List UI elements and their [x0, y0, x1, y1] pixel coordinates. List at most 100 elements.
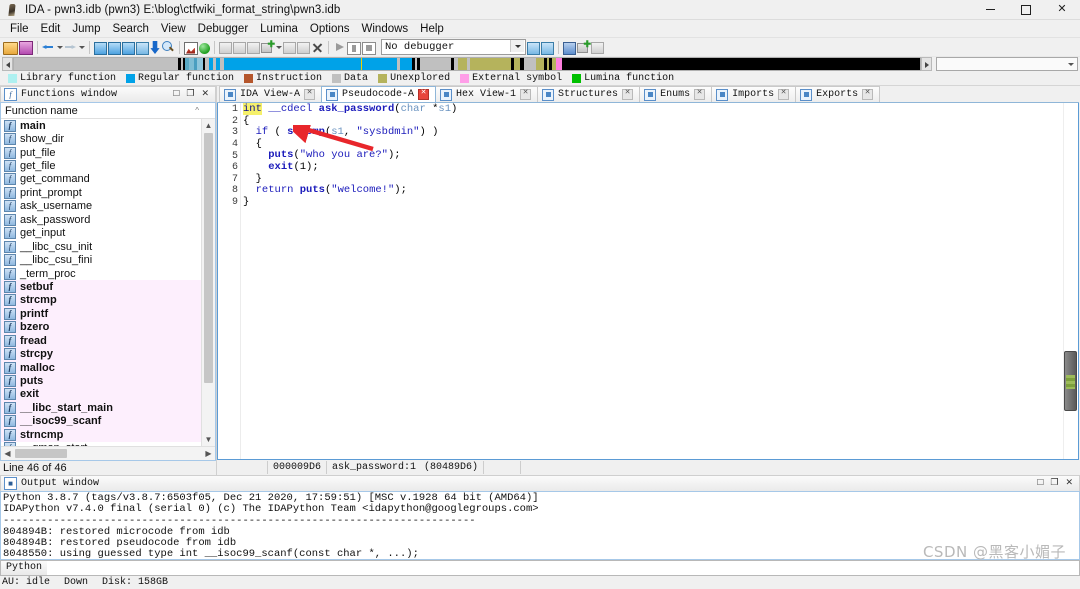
output-window-close-icon[interactable]	[1065, 478, 1073, 489]
function-list-item[interactable]: f put_file	[1, 146, 201, 159]
function-list-item[interactable]: f __libc_start_main	[1, 401, 201, 415]
function-list-item[interactable]: f ask_password	[1, 213, 201, 226]
rename2-icon[interactable]	[108, 41, 121, 55]
function-list-item[interactable]: f setbuf	[1, 280, 201, 294]
back-arrow-icon[interactable]	[42, 41, 55, 54]
options-icon[interactable]	[563, 41, 576, 55]
function-list-item[interactable]: f get_input	[1, 227, 201, 240]
functions-window-close-icon[interactable]	[201, 89, 209, 100]
output-log[interactable]: Python 3.8.7 (tags/v3.8.7:6503f05, Dec 2…	[0, 491, 1080, 560]
breakpoint-dropdown-icon[interactable]	[275, 40, 282, 55]
functions-hscroll-thumb[interactable]	[15, 449, 67, 458]
function-list-item[interactable]: f get_file	[1, 159, 201, 173]
back-dropdown-icon[interactable]	[56, 40, 63, 55]
forward-arrow-icon[interactable]	[64, 41, 77, 54]
function-list-item[interactable]: f __libc_csu_init	[1, 240, 201, 253]
functions-horizontal-scrollbar[interactable]: ◀ ▶	[1, 446, 215, 460]
code-scroll-thumb[interactable]	[1064, 351, 1077, 411]
pause-icon[interactable]	[347, 41, 361, 55]
run-icon[interactable]	[333, 41, 346, 54]
navigation-band[interactable]	[13, 57, 921, 71]
code-vertical-scrollbar[interactable]	[1063, 103, 1078, 459]
tab-structures[interactable]: Structures ✕	[537, 86, 641, 102]
function-list-item[interactable]: f bzero	[1, 320, 201, 334]
function-list-item[interactable]: f show_dir	[1, 132, 201, 146]
tab-close-icon[interactable]: ✕	[862, 89, 874, 100]
function-list-item[interactable]: f strncmp	[1, 428, 201, 442]
navband-scroll-right-icon[interactable]	[921, 57, 932, 71]
minimize-icon[interactable]	[972, 0, 1008, 19]
function-list-item[interactable]: f __isoc99_scanf	[1, 414, 201, 429]
stop-icon[interactable]	[362, 41, 376, 55]
functions-scroll-thumb[interactable]	[204, 133, 213, 383]
lumina-push-icon[interactable]	[577, 39, 591, 54]
function-list-item[interactable]: f _term_proc	[1, 267, 201, 280]
code-gutter[interactable]: 123456789	[218, 103, 241, 459]
edit-breakpoint-icon[interactable]	[297, 42, 310, 54]
menu-item-search[interactable]: Search	[106, 22, 154, 36]
function-list-item[interactable]: f fread	[1, 334, 201, 348]
function-list-item[interactable]: f strcpy	[1, 347, 201, 361]
rename3-icon[interactable]	[122, 41, 135, 55]
clear-breakpoints-icon[interactable]	[311, 41, 324, 54]
functions-window-restore-icon[interactable]	[173, 89, 179, 100]
functions-window-float-icon[interactable]	[186, 89, 194, 100]
menu-item-edit[interactable]: Edit	[35, 22, 67, 36]
maximize-icon[interactable]	[1008, 0, 1044, 19]
tab-enums[interactable]: Enums ✕	[639, 86, 713, 102]
functions-list[interactable]: f main f show_dir f put_file f get_file f get_com…	[1, 119, 201, 446]
code-text[interactable]: int __cdecl ask_password(char *s1){ if (…	[241, 103, 1063, 459]
menu-item-jump[interactable]: Jump	[66, 22, 106, 36]
menu-item-help[interactable]: Help	[414, 22, 450, 36]
open-file-icon[interactable]	[3, 41, 18, 55]
tab-close-icon[interactable]: ✕	[520, 89, 532, 100]
tab-hex-view-1[interactable]: Hex View-1 ✕	[435, 86, 539, 102]
tab-close-icon[interactable]: ✕	[304, 89, 316, 100]
search-icon[interactable]	[162, 41, 175, 54]
step-over-icon[interactable]	[541, 41, 554, 55]
function-list-item[interactable]: f puts	[1, 374, 201, 388]
breakpoint2-icon[interactable]	[233, 42, 246, 54]
output-window-float-icon[interactable]	[1050, 478, 1058, 489]
function-list-item[interactable]: f main	[1, 119, 201, 132]
command-language-button[interactable]: Python	[0, 559, 49, 576]
tab-imports[interactable]: Imports ✕	[711, 86, 797, 102]
menu-item-options[interactable]: Options	[304, 22, 356, 36]
tab-close-icon[interactable]: ✕	[418, 89, 430, 100]
menu-item-debugger[interactable]: Debugger	[192, 22, 255, 36]
navband-zoom-selector[interactable]	[936, 57, 1078, 71]
scroll-right-icon[interactable]: ▶	[202, 447, 215, 460]
add-breakpoint-icon[interactable]	[261, 39, 275, 54]
function-list-item[interactable]: f print_prompt	[1, 186, 201, 199]
step-into-icon[interactable]	[527, 41, 540, 55]
breakpoint-icon[interactable]	[219, 42, 232, 54]
scroll-left-icon[interactable]: ◀	[1, 447, 14, 460]
menu-item-file[interactable]: File	[4, 22, 35, 36]
scroll-down-icon[interactable]: ▼	[202, 433, 215, 446]
lumina-pull-icon[interactable]	[591, 42, 604, 54]
scroll-up-icon[interactable]: ▲	[202, 119, 215, 132]
delete-breakpoint-icon[interactable]	[283, 42, 296, 54]
function-list-item[interactable]: f __libc_csu_fini	[1, 253, 201, 267]
function-list-item[interactable]: f printf	[1, 307, 201, 321]
tab-pseudocode-a[interactable]: Pseudocode-A ✕	[321, 86, 437, 102]
tab-close-icon[interactable]: ✕	[778, 89, 790, 100]
navband-scroll-left-icon[interactable]	[2, 57, 13, 71]
tab-close-icon[interactable]: ✕	[694, 89, 706, 100]
rename-icon[interactable]	[94, 41, 107, 55]
function-list-item[interactable]: f exit	[1, 387, 201, 402]
breakpoint3-icon[interactable]	[247, 42, 260, 54]
undo-icon[interactable]	[136, 41, 149, 55]
tab-exports[interactable]: Exports ✕	[795, 86, 881, 102]
debugger-selector[interactable]: No debugger	[381, 39, 526, 55]
run-to-icon[interactable]	[199, 42, 210, 54]
output-window-restore-icon[interactable]	[1037, 478, 1043, 489]
tab-ida-view-a[interactable]: IDA View-A ✕	[219, 86, 323, 102]
functions-column-header[interactable]: Function name ^	[1, 103, 215, 119]
functions-vertical-scrollbar[interactable]: ▲ ▼	[201, 119, 215, 446]
graph-icon[interactable]	[184, 41, 198, 55]
tab-close-icon[interactable]: ✕	[622, 89, 634, 100]
save-icon[interactable]	[19, 41, 33, 55]
menu-item-lumina[interactable]: Lumina	[254, 22, 304, 36]
forward-dropdown-icon[interactable]	[78, 40, 85, 55]
